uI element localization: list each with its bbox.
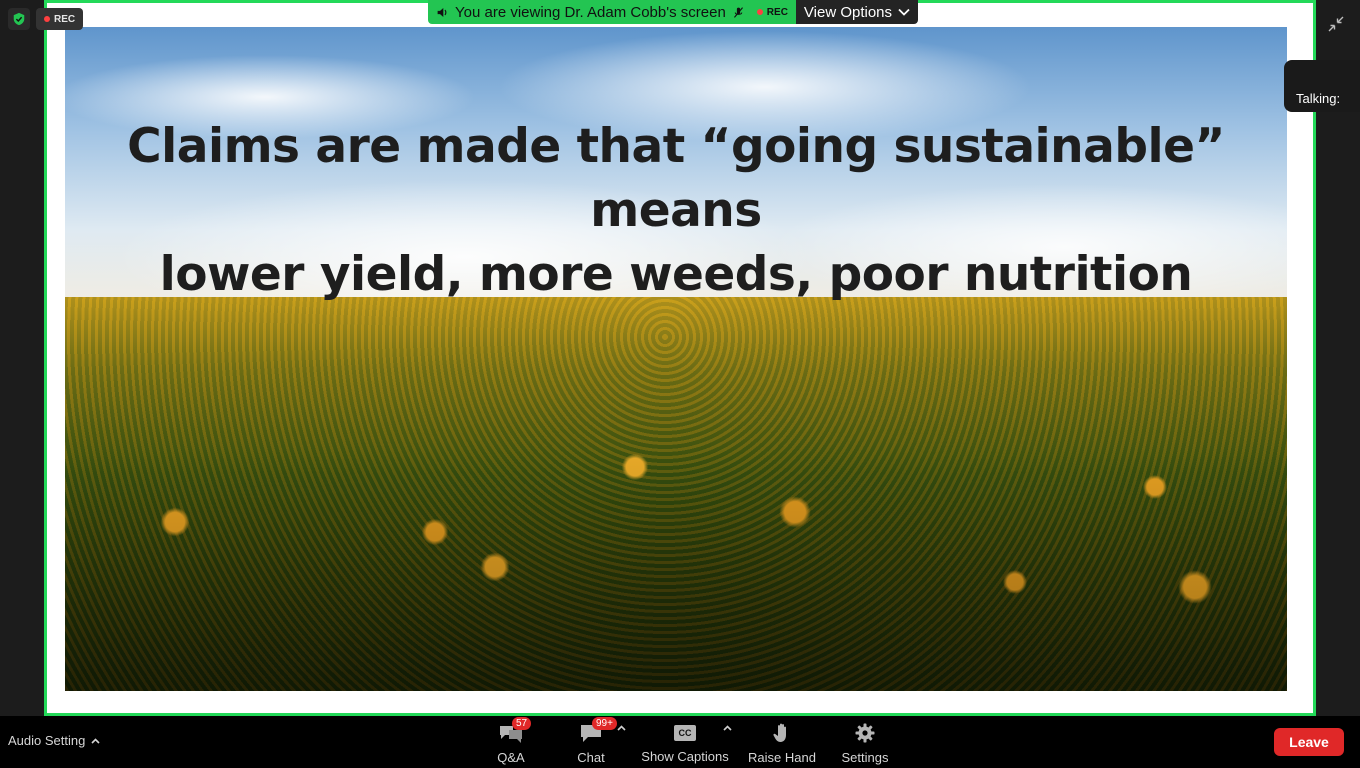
viewing-rec-label: REC xyxy=(766,6,788,18)
viewing-text: You are viewing Dr. Adam Cobb's screen xyxy=(455,3,726,21)
viewing-rec-dot-icon xyxy=(756,9,763,15)
video-stage: Claims are made that “going sustainable”… xyxy=(0,0,1360,716)
chat-chevron-up-icon xyxy=(617,725,626,731)
recording-indicator[interactable]: REC xyxy=(36,8,84,30)
cc-icon: CC xyxy=(672,722,698,743)
audio-setting-label: Audio Setting xyxy=(8,733,86,748)
viewing-rec-indicator: REC xyxy=(756,6,788,18)
meeting-toolbar: Audio Setting 57 Q&A 99+ Chat CC Show Ca… xyxy=(0,716,1360,768)
raise-hand-label: Raise Hand xyxy=(748,750,816,765)
qa-count-badge: 57 xyxy=(512,717,532,730)
shield-check-icon xyxy=(13,12,25,26)
captions-options-caret[interactable] xyxy=(723,722,732,734)
slide-title-line-2: lower yield, more weeds, poor nutrition xyxy=(159,247,1193,302)
chat-bubble-icon: 99+ xyxy=(578,717,617,744)
exit-fullscreen-button[interactable] xyxy=(1326,14,1346,34)
chat-label: Chat xyxy=(577,750,605,765)
audio-setting-button[interactable]: Audio Setting xyxy=(8,733,100,748)
recording-label: REC xyxy=(54,13,76,25)
gear-icon xyxy=(852,722,878,744)
talking-indicator-panel[interactable]: Talking: xyxy=(1284,60,1360,112)
show-captions-label: Show Captions xyxy=(641,749,729,764)
slide-title: Claims are made that “going sustainable”… xyxy=(65,115,1287,307)
chevron-down-icon xyxy=(898,8,910,16)
qa-label: Q&A xyxy=(497,750,525,765)
recording-dot-icon xyxy=(44,16,50,22)
chat-count-badge: 99+ xyxy=(592,717,617,730)
show-captions-button[interactable]: CC Show Captions xyxy=(641,722,729,764)
shared-screen-frame: Claims are made that “going sustainable”… xyxy=(44,0,1316,716)
hand-icon xyxy=(769,722,795,744)
collapse-icon xyxy=(1328,16,1344,32)
qa-button[interactable]: 57 Q&A xyxy=(492,717,532,765)
qa-bubbles-icon: 57 xyxy=(498,717,532,744)
encryption-shield-button[interactable] xyxy=(8,8,30,30)
leave-button[interactable]: Leave xyxy=(1274,728,1344,756)
presentation-slide: Claims are made that “going sustainable”… xyxy=(65,27,1287,691)
slide-title-line-1: Claims are made that “going sustainable”… xyxy=(127,119,1225,238)
captions-chevron-up-icon xyxy=(723,725,732,731)
chevron-up-icon xyxy=(91,737,100,744)
chat-options-caret[interactable] xyxy=(617,722,626,734)
slide-field-shading xyxy=(65,297,1287,691)
chat-button[interactable]: 99+ Chat xyxy=(574,717,617,765)
speaker-icon xyxy=(437,7,447,17)
view-options-label: View Options xyxy=(803,3,893,21)
viewing-status: You are viewing Dr. Adam Cobb's screen R… xyxy=(428,0,796,24)
mic-muted-icon xyxy=(733,6,743,18)
settings-label: Settings xyxy=(841,750,889,765)
view-options-button[interactable]: View Options xyxy=(795,0,919,24)
settings-button[interactable]: Settings xyxy=(841,722,889,765)
raise-hand-button[interactable]: Raise Hand xyxy=(748,722,816,765)
talking-label: Talking: xyxy=(1296,91,1341,106)
cc-box: CC xyxy=(674,724,696,741)
viewing-banner: You are viewing Dr. Adam Cobb's screen R… xyxy=(428,0,919,24)
